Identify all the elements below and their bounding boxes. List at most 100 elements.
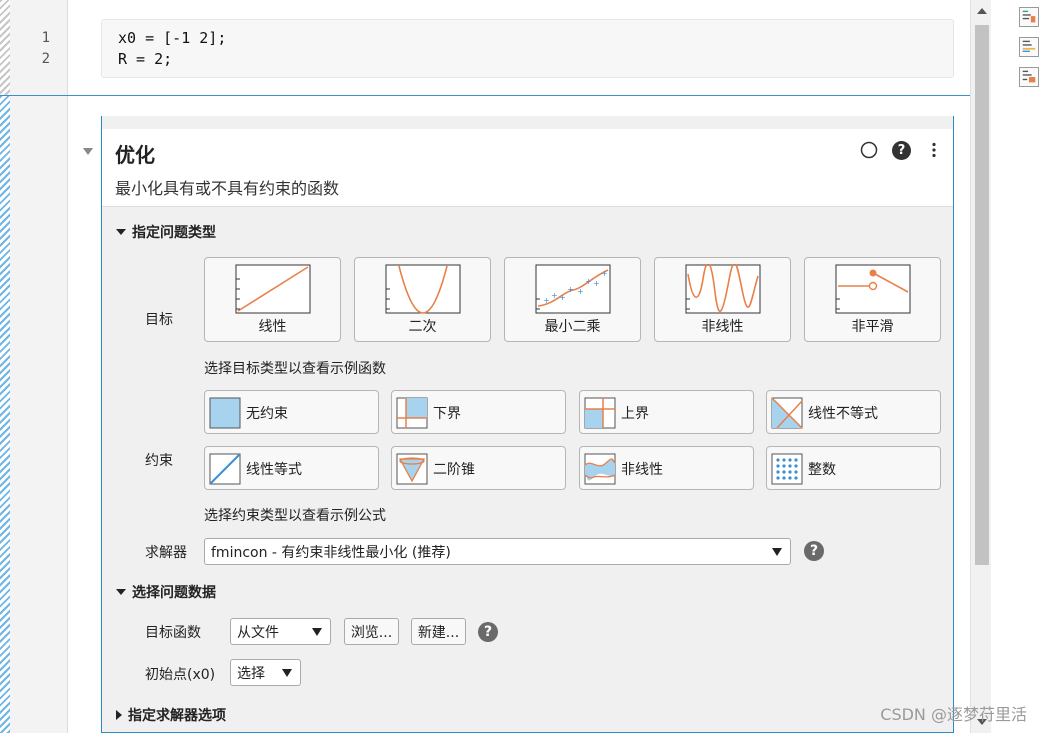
objective-nonlinear-button[interactable]: 非线性 (654, 257, 791, 342)
solver-select[interactable]: fmincon - 有约束非线性最小化 (推荐) (204, 538, 791, 565)
objective-nonsmooth-button[interactable]: 非平滑 (804, 257, 941, 342)
objective-quadratic-button[interactable]: 二次 (354, 257, 491, 342)
nonlinear-plot-icon (685, 264, 761, 314)
circle-icon[interactable] (860, 141, 878, 159)
task-title: 优化 (115, 143, 155, 167)
section-problem-type[interactable]: 指定问题类型 (116, 222, 216, 242)
line-number: 1 (41, 30, 50, 46)
objective-label-text: 非线性 (701, 319, 744, 335)
constraint-label-text: 整数 (808, 462, 836, 478)
browse-button[interactable]: 浏览... (344, 618, 399, 645)
section-label: 指定问题类型 (132, 225, 216, 241)
new-button[interactable]: 新建... (411, 618, 466, 645)
svg-text:+: + (551, 291, 558, 300)
scroll-up-icon[interactable] (977, 8, 987, 14)
svg-text:+: + (601, 269, 608, 278)
objective-function-select[interactable]: 从文件 (230, 618, 331, 645)
solver-label: 求解器 (145, 545, 187, 561)
collapse-task-icon[interactable] (83, 148, 93, 155)
code-block[interactable]: x0 = [-1 2]; R = 2; (101, 19, 954, 78)
initial-point-label: 初始点(x0) (145, 667, 216, 683)
nonlinear-constraint-icon (584, 453, 616, 485)
section-label: 选择问题数据 (132, 585, 216, 601)
watermark: CSDN @逐梦苻里活 (880, 705, 1027, 724)
cell-status-bar (0, 0, 10, 733)
linear-plot-icon (235, 264, 311, 314)
objective-label-text: 最小二乘 (544, 319, 601, 335)
live-editor-window: 1 2 x0 = [-1 2]; R = 2; 优化 最小化具有或不具有约束的函… (0, 0, 1043, 733)
right-toolstrip (991, 0, 1043, 733)
constraint-label-text: 下界 (433, 406, 461, 422)
line-number-gutter: 1 2 (10, 0, 68, 733)
linear-equality-icon (209, 453, 241, 485)
constraint-label-text: 二阶锥 (433, 462, 475, 478)
solver-value: fmincon - 有约束非线性最小化 (推荐) (211, 544, 451, 561)
constraint-label-text: 非线性 (621, 462, 663, 478)
objective-least-squares-button[interactable]: + + + + + + + + 最小二乘 (504, 257, 641, 342)
objective-function-label: 目标函数 (145, 625, 201, 641)
constraint-integer-button[interactable]: 整数 (766, 446, 941, 490)
section-solver-options[interactable]: 指定求解器选项 (116, 705, 226, 725)
section-problem-data[interactable]: 选择问题数据 (116, 582, 216, 602)
least-squares-plot-icon: ++ ++ ++ ++ (535, 264, 611, 314)
constraint-label-text: 线性等式 (246, 462, 302, 478)
hide-code-icon[interactable] (1019, 67, 1039, 87)
constraint-upper-bound-button[interactable]: 上界 (579, 390, 754, 434)
chevron-down-icon (312, 627, 322, 636)
initial-point-select[interactable]: 选择 (230, 659, 301, 686)
objective-linear-button[interactable]: 线性 (204, 257, 341, 342)
task-subtitle: 最小化具有或不具有约束的函数 (115, 179, 340, 198)
linear-inequality-icon (771, 397, 803, 429)
constraint-second-order-cone-button[interactable]: 二阶锥 (391, 446, 566, 490)
constraint-lower-bound-button[interactable]: 下界 (391, 390, 566, 434)
output-right-icon[interactable] (1019, 37, 1039, 57)
constraint-linear-equality-button[interactable]: 线性等式 (204, 446, 379, 490)
constraint-nonlinear-button[interactable]: 非线性 (579, 446, 754, 490)
cell-separator (0, 95, 970, 96)
quadratic-plot-icon (385, 264, 461, 314)
expand-icon (116, 589, 126, 595)
chevron-down-icon (282, 668, 292, 677)
constraint-hint: 选择约束类型以查看示例公式 (204, 508, 386, 524)
help-icon[interactable]: ? (892, 141, 911, 160)
objective-label: 目标 (145, 312, 173, 328)
optimize-task-panel: 优化 最小化具有或不具有约束的函数 ? 指定问题类型 目标 线性 二次 + + … (101, 116, 954, 733)
code-line[interactable]: x0 = [-1 2]; (118, 28, 937, 49)
constraint-label-text: 无约束 (246, 406, 288, 422)
svg-text:+: + (567, 285, 574, 294)
svg-text:+: + (585, 277, 592, 286)
svg-text:+: + (543, 296, 550, 305)
initial-point-value: 选择 (237, 665, 265, 682)
svg-text:+: + (559, 293, 566, 302)
second-order-cone-icon (396, 453, 428, 485)
lower-bound-icon (396, 397, 428, 429)
section-label: 指定求解器选项 (128, 708, 226, 724)
objective-label-text: 线性 (258, 319, 287, 335)
constraint-label-text: 线性不等式 (808, 406, 878, 422)
output-inline-icon[interactable] (1019, 7, 1039, 27)
scrollbar-thumb[interactable] (975, 25, 989, 565)
objective-label-text: 二次 (408, 319, 437, 335)
constraint-unconstrained-button[interactable]: 无约束 (204, 390, 379, 434)
constraint-label: 约束 (145, 453, 173, 469)
upper-bound-icon (584, 397, 616, 429)
more-options-icon[interactable] (925, 141, 943, 159)
objective-label-text: 非平滑 (851, 319, 894, 335)
solver-help-icon[interactable]: ? (804, 541, 824, 561)
code-cell-stripe (0, 0, 10, 96)
constraint-linear-inequality-button[interactable]: 线性不等式 (766, 390, 941, 434)
expand-icon[interactable] (116, 229, 126, 235)
vertical-scrollbar[interactable] (970, 0, 991, 733)
task-header: 优化 最小化具有或不具有约束的函数 ? (102, 129, 953, 207)
code-line[interactable]: R = 2; (118, 49, 937, 70)
objective-help-icon[interactable]: ? (478, 622, 498, 642)
svg-text:+: + (577, 287, 584, 296)
expand-icon (116, 710, 122, 720)
line-number: 2 (41, 51, 50, 67)
unconstrained-icon (209, 397, 241, 429)
objective-function-value: 从文件 (237, 624, 279, 641)
integer-icon (771, 453, 803, 485)
chevron-down-icon (772, 547, 782, 556)
objective-hint: 选择目标类型以查看示例函数 (204, 361, 386, 377)
svg-text:+: + (593, 279, 600, 288)
